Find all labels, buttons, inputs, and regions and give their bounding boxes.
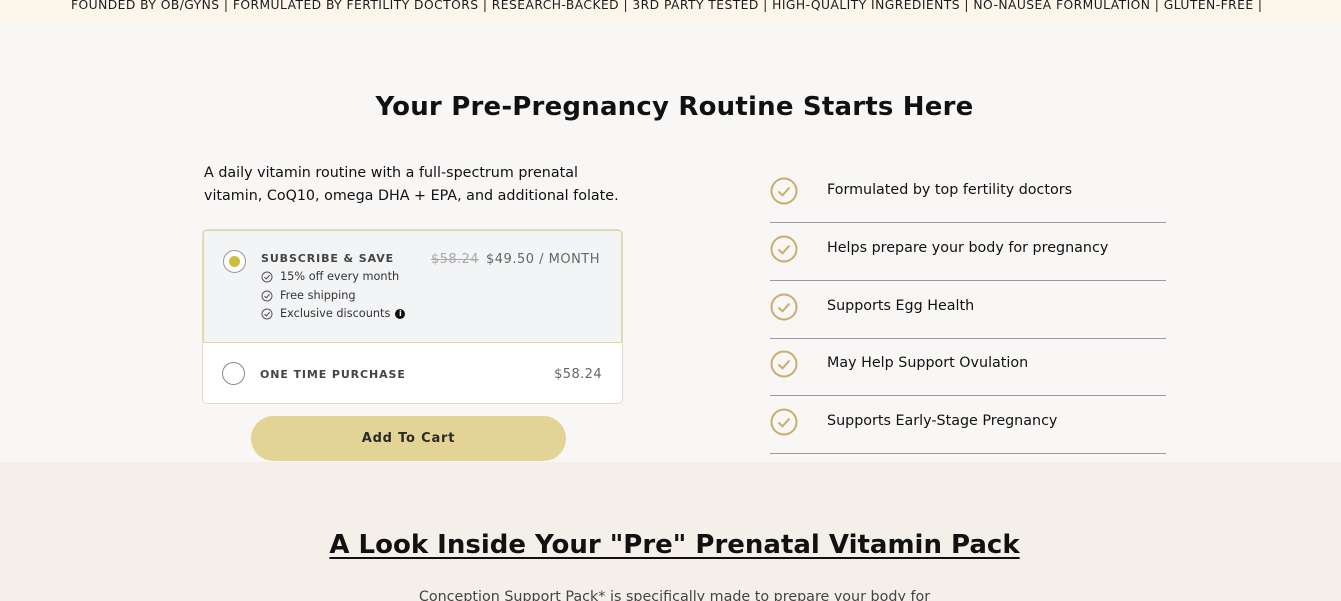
benefit-item: Formulated by top fertility doctors bbox=[770, 165, 1166, 223]
check-circle-icon bbox=[770, 408, 798, 436]
benefit-label: Supports Egg Health bbox=[827, 298, 975, 314]
check-circle-small-icon bbox=[261, 271, 273, 282]
benefit-item: May Help Support Ovulation bbox=[770, 338, 1166, 396]
subscribe-price: $49.50 / MONTH bbox=[486, 252, 601, 267]
benefit-item: Supports Egg Health bbox=[770, 281, 1166, 339]
perk-label: Free shipping bbox=[280, 289, 356, 302]
perk-item: Exclusive discounts i bbox=[261, 307, 406, 320]
benefit-label: Supports Early-Stage Pregnancy bbox=[827, 413, 1058, 429]
benefit-label: Helps prepare your body for pregnancy bbox=[827, 240, 1109, 256]
info-icon[interactable]: i bbox=[395, 308, 406, 319]
check-circle-icon bbox=[770, 177, 798, 205]
one-time-label: ONE TIME PURCHASE bbox=[260, 368, 406, 381]
announcement-ticker: FOUNDED BY OB/GYNS | FORMULATED BY FERTI… bbox=[0, 0, 1341, 23]
subscribe-radio[interactable] bbox=[223, 250, 246, 273]
subscribe-label: SUBSCRIBE & SAVE bbox=[261, 252, 395, 265]
section-subtitle: Conception Support Pack* is specifically… bbox=[418, 589, 931, 601]
perk-label: 15% off every month bbox=[280, 270, 400, 283]
product-description: A daily vitamin routine with a full-spec… bbox=[204, 165, 619, 204]
benefit-label: Formulated by top fertility doctors bbox=[827, 182, 1073, 198]
one-time-radio[interactable] bbox=[222, 362, 245, 385]
benefit-item: Supports Early-Stage Pregnancy bbox=[770, 396, 1166, 454]
perk-label: Exclusive discounts bbox=[280, 307, 391, 320]
page-title: Your Pre-Pregnancy Routine Starts Here bbox=[375, 92, 974, 122]
purchase-options: SUBSCRIBE & SAVE $58.24 $49.50 / MONTH 1… bbox=[202, 229, 623, 404]
check-circle-icon bbox=[770, 235, 798, 263]
one-time-option[interactable]: ONE TIME PURCHASE $58.24 bbox=[203, 343, 622, 403]
section-title[interactable]: A Look Inside Your "Pre" Prenatal Vitami… bbox=[0, 530, 1341, 560]
ticker-text: FOUNDED BY OB/GYNS | FORMULATED BY FERTI… bbox=[71, 0, 1263, 12]
section-title-link[interactable]: A Look Inside Your "Pre" Prenatal Vitami… bbox=[329, 530, 1019, 560]
one-time-price: $58.24 bbox=[554, 367, 602, 382]
perk-item: 15% off every month bbox=[261, 270, 399, 283]
perk-item: Free shipping bbox=[261, 289, 356, 302]
check-circle-small-icon bbox=[261, 290, 273, 301]
benefit-label: May Help Support Ovulation bbox=[827, 355, 1029, 371]
add-to-cart-button[interactable]: Add To Cart bbox=[251, 416, 566, 461]
original-price: $58.24 bbox=[431, 252, 479, 267]
check-circle-icon bbox=[770, 350, 798, 378]
benefit-item: Helps prepare your body for pregnancy bbox=[770, 223, 1166, 281]
subscribe-option[interactable]: SUBSCRIBE & SAVE $58.24 $49.50 / MONTH 1… bbox=[203, 230, 622, 343]
pack-section: A Look Inside Your "Pre" Prenatal Vitami… bbox=[0, 462, 1341, 601]
check-circle-icon bbox=[770, 293, 798, 321]
check-circle-small-icon bbox=[261, 308, 273, 319]
